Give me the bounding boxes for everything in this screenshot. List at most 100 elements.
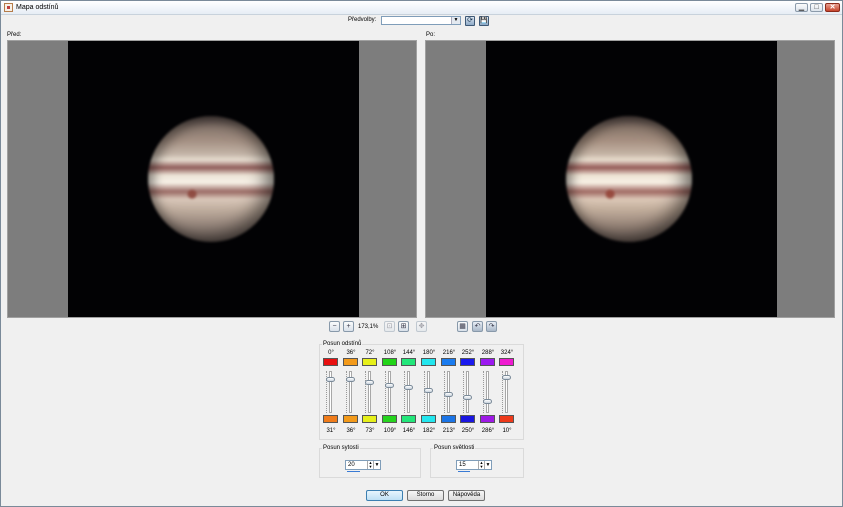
pan-icon: ✥ (418, 323, 425, 330)
hue-target-swatch (323, 415, 338, 423)
hue-bottom-label: 10° (502, 428, 512, 434)
hue-bottom-label: 286° (481, 428, 495, 434)
maximize-button[interactable]: □ (810, 3, 823, 12)
fit-icon: ⊡ (386, 323, 393, 330)
saturation-input[interactable]: 20 ▲ ▼ ▼ (345, 460, 381, 472)
save-icon: 💾 (480, 18, 488, 24)
ok-button[interactable]: OK (366, 490, 403, 501)
pan-button[interactable]: ✥ (416, 321, 427, 332)
hue-bottom-label: 31° (326, 428, 336, 434)
before-preview[interactable] (7, 40, 417, 318)
hue-source-swatch (499, 358, 514, 366)
hue-shift-title: Posun odstínů (322, 341, 363, 347)
hue-slider-track[interactable] (368, 371, 371, 413)
hue-slider-thumb[interactable] (385, 383, 394, 388)
hue-bottom-label: 73° (365, 428, 375, 434)
presets-dropdown[interactable]: ▼ (381, 16, 461, 25)
hue-source-swatch (343, 358, 358, 366)
refresh-preset-button[interactable]: ⟳ (465, 16, 475, 26)
hue-target-swatch (460, 415, 475, 423)
zoom-out-button[interactable]: − (329, 321, 340, 332)
hue-target-swatch (382, 415, 397, 423)
minimize-button[interactable]: ▁ (795, 3, 808, 12)
hue-slider-thumb[interactable] (483, 399, 492, 404)
hue-top-label: 36° (346, 350, 356, 356)
hue-top-label: 0° (328, 350, 334, 356)
hue-top-label: 72° (365, 350, 375, 356)
chevron-down-icon[interactable]: ▼ (451, 17, 460, 24)
before-image (68, 41, 359, 317)
after-image (486, 41, 777, 317)
saturation-title: Posun sytosti (322, 445, 360, 451)
before-label: Před: (7, 32, 22, 38)
hue-slider-track[interactable] (407, 371, 410, 413)
hue-target-swatch (480, 415, 495, 423)
close-icon: ✕ (829, 4, 836, 11)
presets-label: Předvolby: (348, 17, 377, 23)
jupiter-image (148, 116, 274, 242)
lightness-level-bar (458, 471, 470, 472)
hue-top-label: 288° (481, 350, 495, 356)
hue-top-label: 324° (500, 350, 514, 356)
cancel-button[interactable]: Storno (407, 490, 444, 501)
hue-slider-track[interactable] (466, 371, 469, 413)
hue-slider-thumb[interactable] (404, 385, 413, 390)
close-button[interactable]: ✕ (825, 3, 840, 12)
hue-bottom-label: 146° (402, 428, 416, 434)
undo-button[interactable]: ↶ (472, 321, 483, 332)
hue-slider-track[interactable] (388, 371, 391, 413)
hue-bottom-label: 213° (442, 428, 456, 434)
hue-top-label: 180° (422, 350, 436, 356)
title-bar[interactable]: Mapa odstínů ▁ □ ✕ (1, 1, 842, 15)
layout-icon: ▦ (459, 323, 466, 330)
hue-slider-thumb[interactable] (424, 388, 433, 393)
fit-to-window-button[interactable]: ⊡ (384, 321, 395, 332)
hue-source-swatch (421, 358, 436, 366)
zoom-in-button[interactable]: + (343, 321, 354, 332)
actual-size-icon: ⊞ (400, 323, 407, 330)
hue-slider-track[interactable] (486, 371, 489, 413)
window-title: Mapa odstínů (16, 4, 59, 11)
hue-top-label: 216° (442, 350, 456, 356)
view-layout-button[interactable]: ▦ (457, 321, 468, 332)
lightness-value: 15 (459, 462, 466, 468)
save-preset-button[interactable]: 💾 (479, 16, 489, 26)
after-label: Po: (426, 32, 436, 38)
hue-slider-thumb[interactable] (365, 380, 374, 385)
hue-bottom-label: 250° (461, 428, 475, 434)
slider-ticks (385, 371, 387, 413)
hue-slider-thumb[interactable] (346, 377, 355, 382)
slider-ticks (365, 371, 367, 413)
slider-ticks (483, 371, 485, 413)
help-button[interactable]: Nápověda (448, 490, 485, 501)
hue-source-swatch (460, 358, 475, 366)
after-preview[interactable] (425, 40, 835, 318)
actual-size-button[interactable]: ⊞ (398, 321, 409, 332)
redo-button[interactable]: ↷ (486, 321, 497, 332)
hue-slider-thumb[interactable] (444, 392, 453, 397)
hue-slider-thumb[interactable] (463, 395, 472, 400)
saturation-level-bar (347, 471, 360, 472)
hue-bottom-label: 109° (383, 428, 397, 434)
saturation-value: 20 (348, 462, 355, 468)
refresh-icon: ⟳ (467, 17, 473, 24)
hue-target-swatch (401, 415, 416, 423)
slider-ticks (404, 371, 406, 413)
hue-source-swatch (323, 358, 338, 366)
hue-bottom-label: 182° (422, 428, 436, 434)
app-icon (4, 3, 13, 12)
zoom-level: 173,1% (358, 324, 379, 330)
hue-target-swatch (343, 415, 358, 423)
hue-source-swatch (382, 358, 397, 366)
chevron-down-icon[interactable]: ▼ (484, 461, 491, 469)
chevron-down-icon[interactable]: ▼ (373, 461, 380, 469)
hue-top-label: 252° (461, 350, 475, 356)
hue-slider-thumb[interactable] (326, 377, 335, 382)
hue-top-label: 144° (402, 350, 416, 356)
hue-target-swatch (499, 415, 514, 423)
hue-slider-thumb[interactable] (502, 375, 511, 380)
maximize-icon: □ (814, 4, 819, 11)
lightness-input[interactable]: 15 ▲ ▼ ▼ (456, 460, 492, 472)
slider-ticks (463, 371, 465, 413)
hue-source-swatch (441, 358, 456, 366)
